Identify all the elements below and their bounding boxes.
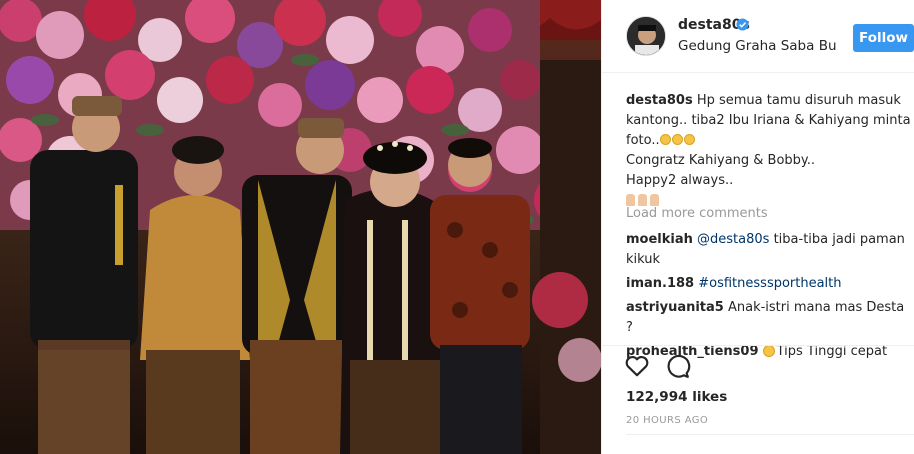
avatar[interactable] <box>626 16 666 56</box>
verified-badge-icon <box>736 18 749 31</box>
caption-text-line-4: Congratz Kahiyang & Bobby.. <box>626 153 816 168</box>
likes-count[interactable]: 122,994 likes <box>626 389 727 405</box>
divider <box>626 434 914 435</box>
load-more-comments-link[interactable]: Load more comments <box>626 206 768 221</box>
caption-text-line-5: Happy2 always.. <box>626 173 734 188</box>
follow-button[interactable]: Follow <box>853 24 914 52</box>
smiling-face-icon <box>659 133 696 148</box>
caption-text-line-2: kantong.. tiba2 Ibu Iriana & Kahiyang mi… <box>626 113 911 128</box>
comment-item: moelkiah @desta80s tiba-tiba jadi paman … <box>626 230 908 270</box>
comment-username[interactable]: moelkiah <box>626 232 693 247</box>
post-caption: desta80s Hp semua tamu disuruh masuk kan… <box>626 91 911 211</box>
heart-icon[interactable] <box>624 353 650 379</box>
post-timestamp[interactable]: 20 HOURS AGO <box>626 415 708 426</box>
comment-icon[interactable] <box>665 353 691 379</box>
wedding-photo-illustration <box>0 0 601 454</box>
caption-username[interactable]: desta80s <box>626 93 693 108</box>
caption-text-line-1: Hp semua tamu disuruh masuk <box>696 93 901 108</box>
comment-username[interactable]: astriyuanita5 <box>626 300 724 315</box>
post-header: desta80s Gedung Graha Saba Bu... Follow <box>602 0 914 73</box>
comment-mention[interactable]: @desta80s <box>697 232 769 247</box>
caption-text-line-3: foto.. <box>626 133 660 148</box>
post-location[interactable]: Gedung Graha Saba Bu... <box>678 38 838 54</box>
comment-item: astriyuanita5 Anak-istri mana mas Desta … <box>626 298 908 338</box>
comment-hashtag[interactable]: #osfitnesssporthealth <box>698 276 841 291</box>
post-details-panel: desta80s Gedung Graha Saba Bu... Follow … <box>601 0 914 454</box>
post-actions <box>602 345 914 385</box>
post-photo[interactable] <box>0 0 601 454</box>
comment-item: iman.188 #osfitnesssporthealth <box>626 274 908 294</box>
comment-username[interactable]: iman.188 <box>626 276 694 291</box>
